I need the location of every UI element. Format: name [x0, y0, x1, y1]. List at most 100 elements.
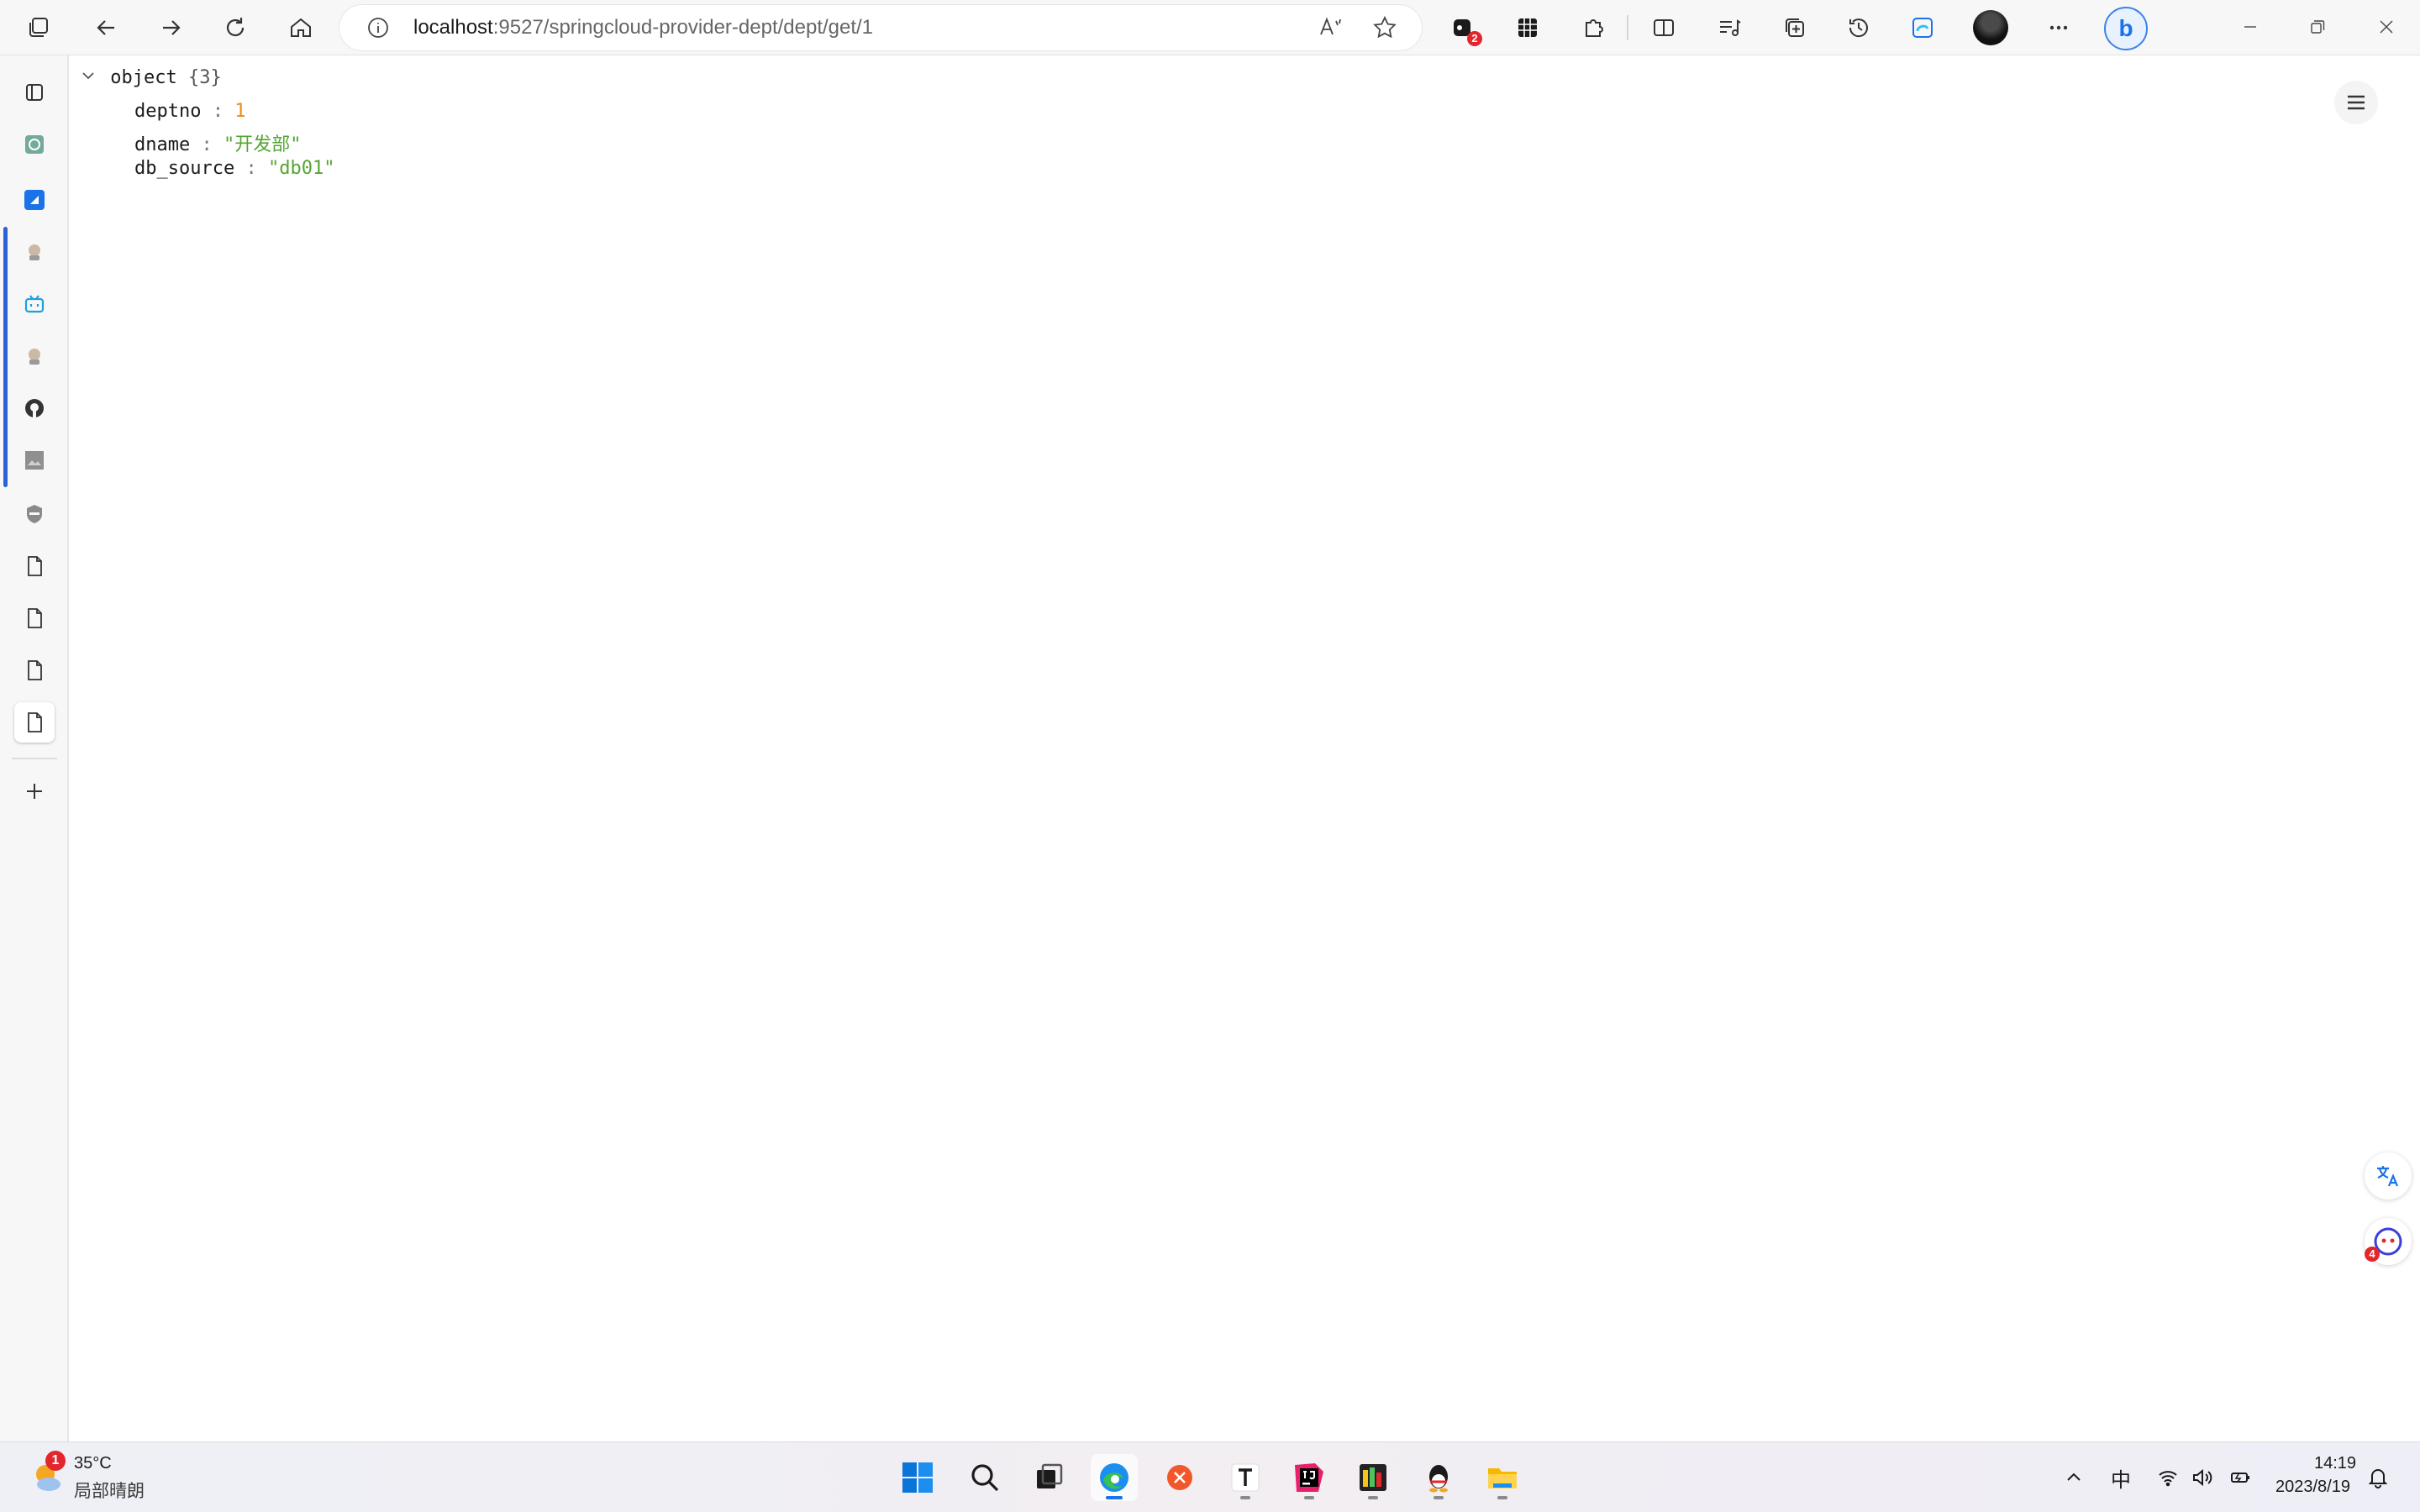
profile-avatar[interactable] [1973, 10, 2008, 45]
taskbar-typora[interactable] [1222, 1454, 1269, 1501]
windows-taskbar: 1 35°C 局部晴朗 中 14:19 2023/8/19 [0, 1441, 2420, 1512]
new-tab-plus-icon[interactable] [14, 771, 55, 811]
clock-time[interactable]: 14:19 [2314, 1454, 2356, 1473]
bing-copilot-button[interactable]: b [2104, 7, 2148, 50]
browser-toolbar: localhost:9527/springcloud-provider-dept… [0, 0, 2420, 55]
tab-page-2-icon[interactable] [14, 598, 55, 638]
sidebar-divider [12, 758, 57, 759]
task-view-button[interactable] [1025, 1454, 1072, 1501]
tab-github-icon[interactable] [14, 388, 55, 428]
read-aloud-icon[interactable] [1318, 14, 1344, 41]
collections-icon[interactable] [1775, 8, 1815, 48]
taskbar-file-explorer[interactable] [1479, 1454, 1526, 1501]
ime-indicator[interactable]: 中 [2106, 1462, 2136, 1493]
json-entry: db_source : "db01" [134, 158, 334, 179]
site-info-icon[interactable] [365, 14, 392, 41]
media-control-icon[interactable] [1709, 8, 1749, 48]
tab-page-3-icon[interactable] [14, 650, 55, 690]
taskbar-colorful-app[interactable] [1349, 1454, 1397, 1501]
tab-grey-image-icon[interactable] [14, 440, 55, 480]
folder-icon [1488, 1468, 1517, 1488]
translate-button[interactable] [2365, 1152, 2412, 1200]
workspaces-icon[interactable] [18, 8, 59, 48]
forward-button[interactable] [151, 8, 192, 48]
weather-temperature[interactable]: 35°C [74, 1454, 112, 1473]
tab-chatgpt-icon[interactable] [14, 124, 55, 165]
windows-logo-icon [902, 1462, 933, 1493]
running-indicator [1368, 1496, 1378, 1499]
edge-drop-icon[interactable] [1902, 8, 1943, 48]
json-entry: dname : "开发部" [134, 129, 301, 156]
taskbar-edge[interactable] [1091, 1454, 1138, 1501]
vertical-tabs-sidebar [0, 55, 69, 1441]
tab-avatar-2-icon[interactable] [14, 336, 55, 376]
extensions-puzzle-icon[interactable] [1573, 8, 1613, 48]
taskbar-intellij[interactable] [1286, 1454, 1333, 1501]
history-icon[interactable] [1839, 8, 1879, 48]
tab-blue-app-icon[interactable] [14, 180, 55, 220]
orange-app-icon [1167, 1465, 1192, 1490]
taskbar-qq[interactable] [1415, 1454, 1462, 1501]
json-root[interactable]: object {3} [81, 67, 222, 88]
restore-button[interactable] [2292, 8, 2343, 45]
tab-actions-icon[interactable] [14, 72, 55, 113]
battery-icon[interactable] [2225, 1462, 2255, 1493]
tab-group-indicator [3, 227, 8, 487]
colorful-app-icon [1360, 1464, 1386, 1491]
json-separator: : [201, 134, 213, 155]
json-separator: : [245, 158, 257, 179]
typora-icon [1231, 1463, 1260, 1492]
weather-description[interactable]: 局部晴朗 [74, 1478, 145, 1503]
extension-button[interactable]: 2 [1442, 8, 1482, 48]
notification-bell-icon[interactable] [2363, 1462, 2393, 1493]
json-separator: : [212, 101, 224, 122]
json-root-count: {3} [187, 67, 222, 88]
grid-extension-icon[interactable] [1507, 8, 1548, 48]
url-host: localhost [413, 16, 493, 39]
tab-avatar-icon[interactable] [14, 232, 55, 272]
start-button[interactable] [894, 1454, 941, 1501]
task-view-icon [1037, 1463, 1063, 1488]
assistant-button[interactable]: 4 [2365, 1218, 2412, 1265]
weather-badge: 1 [45, 1451, 66, 1471]
translate-icon [2377, 1166, 2399, 1187]
favorite-star-icon[interactable] [1371, 14, 1398, 41]
volume-icon[interactable] [2186, 1462, 2217, 1493]
close-button[interactable] [2361, 8, 2412, 45]
qq-penguin-icon [1429, 1465, 1448, 1493]
viewer-menu-button[interactable] [2334, 81, 2378, 124]
clock-date[interactable]: 2023/8/19 [2275, 1478, 2350, 1497]
search-button[interactable] [961, 1454, 1008, 1501]
wifi-icon[interactable] [2153, 1462, 2183, 1493]
active-indicator [1106, 1496, 1123, 1499]
tray-overflow-chevron-icon[interactable] [2059, 1462, 2089, 1493]
running-indicator [1497, 1496, 1507, 1499]
minimize-button[interactable] [2225, 8, 2275, 45]
running-indicator [1240, 1496, 1250, 1499]
tab-page-active-icon[interactable] [14, 702, 55, 743]
extension-badge: 2 [1467, 31, 1482, 46]
collapse-chevron-icon[interactable] [81, 67, 99, 88]
more-menu-icon[interactable] [2039, 8, 2079, 48]
toolbar-divider [1627, 15, 1628, 40]
address-bar[interactable]: localhost:9527/springcloud-provider-dept… [339, 5, 1422, 50]
tab-page-icon[interactable] [14, 546, 55, 586]
refresh-button[interactable] [215, 8, 255, 48]
json-key: db_source [134, 158, 235, 179]
running-indicator [1434, 1496, 1444, 1499]
search-icon [971, 1464, 999, 1492]
split-screen-icon[interactable] [1644, 8, 1684, 48]
tab-shield-icon[interactable] [14, 494, 55, 534]
url-text[interactable]: localhost:9527/springcloud-provider-dept… [413, 16, 873, 39]
assistant-badge: 4 [2365, 1247, 2380, 1262]
tab-bilibili-icon[interactable] [14, 284, 55, 324]
json-value-number: 1 [234, 101, 246, 122]
back-button[interactable] [86, 8, 126, 48]
taskbar-orange-app[interactable] [1156, 1454, 1203, 1501]
running-indicator [1304, 1496, 1314, 1499]
url-path: :9527/springcloud-provider-dept/dept/get… [492, 16, 874, 39]
home-button[interactable] [281, 8, 321, 48]
json-value-string: "db01" [267, 158, 335, 179]
json-key: dname [134, 134, 191, 155]
intellij-icon [1295, 1463, 1323, 1492]
